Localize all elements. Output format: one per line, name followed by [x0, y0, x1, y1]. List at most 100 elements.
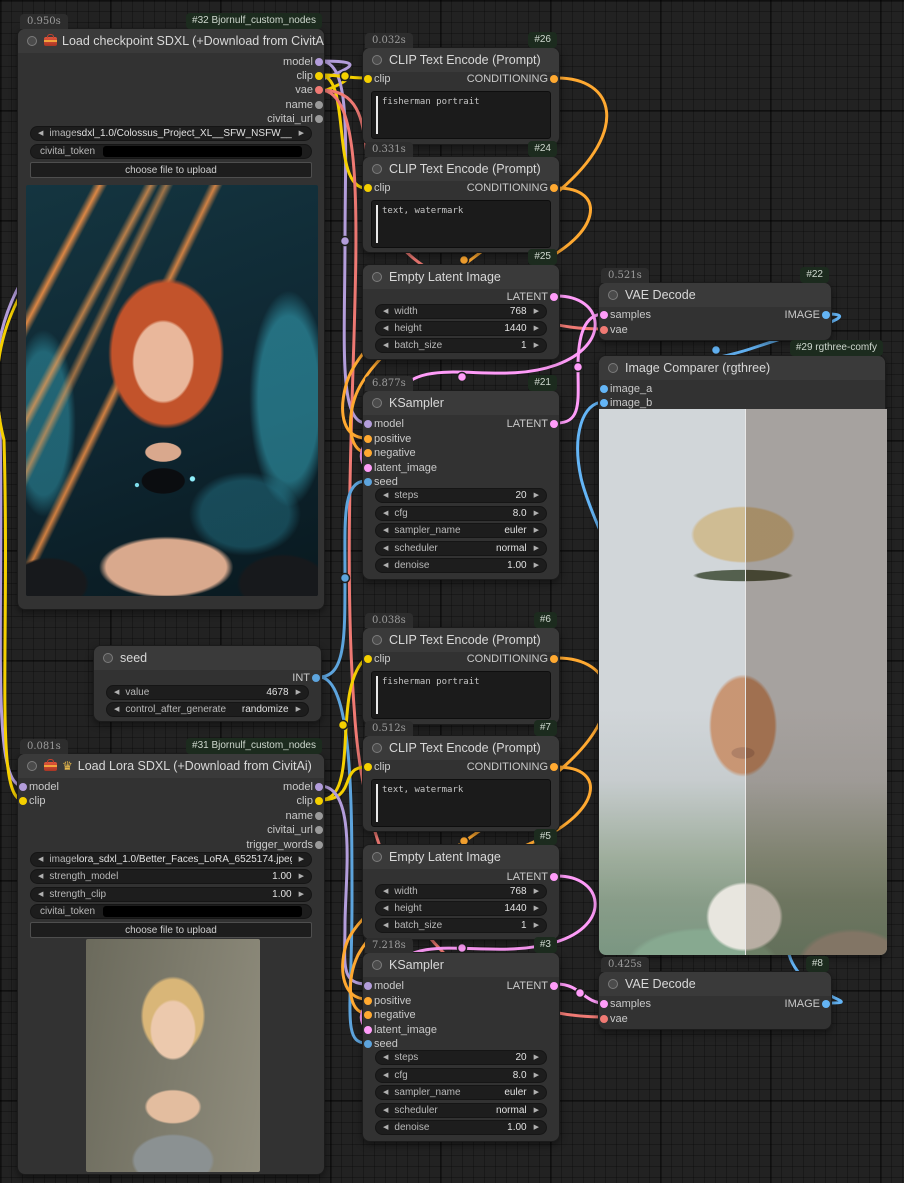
arrow-left-icon[interactable]: ◀: [38, 856, 43, 863]
reroute-dot[interactable]: [458, 373, 467, 382]
node-empty-latent-5[interactable]: #5 Empty Latent Image LATENT ◀width768▶ …: [362, 844, 560, 940]
collapse-dot-icon[interactable]: [372, 164, 382, 174]
wire-int-seed-to-ks3[interactable]: [319, 677, 366, 1043]
reroute-dot[interactable]: [341, 72, 350, 81]
node-title-bar[interactable]: Load checkpoint SDXL (+Download from Civ…: [18, 29, 324, 53]
node-title-bar[interactable]: VAE Decode: [599, 283, 831, 307]
arrow-right-icon[interactable]: ▶: [296, 706, 301, 713]
arrow-left-icon[interactable]: ◀: [383, 1124, 388, 1131]
arrow-left-icon[interactable]: ◀: [383, 562, 388, 569]
input-port-samples[interactable]: [600, 1000, 608, 1008]
arrow-right-icon[interactable]: ▶: [534, 1124, 539, 1131]
arrow-left-icon[interactable]: ◀: [383, 1072, 388, 1079]
image-selector-widget[interactable]: ◀imagelora_sdxl_1.0/Better_Faces_LoRA_65…: [30, 852, 312, 867]
collapse-dot-icon[interactable]: [608, 979, 618, 989]
collapse-dot-icon[interactable]: [103, 653, 113, 663]
arrow-right-icon[interactable]: ▶: [534, 492, 539, 499]
comparer-slider-handle[interactable]: [745, 409, 746, 955]
node-seed[interactable]: seed INT ◀value4678▶ ◀control_after_gene…: [93, 645, 322, 722]
collapse-dot-icon[interactable]: [27, 761, 37, 771]
token-masked-input[interactable]: [103, 146, 302, 157]
collapse-dot-icon[interactable]: [372, 55, 382, 65]
output-port-conditioning[interactable]: [550, 75, 558, 83]
arrow-left-icon[interactable]: ◀: [383, 510, 388, 517]
output-port-model[interactable]: [315, 783, 323, 791]
arrow-right-icon[interactable]: ▶: [534, 1072, 539, 1079]
output-port-latent[interactable]: [550, 420, 558, 428]
output-port-name[interactable]: [315, 101, 323, 109]
input-port-negative[interactable]: [364, 449, 372, 457]
reroute-dot[interactable]: [341, 237, 350, 246]
node-load-checkpoint[interactable]: 0.950s #32 Bjornulf_custom_nodes Load ch…: [17, 28, 325, 610]
input-port-latent-image[interactable]: [364, 464, 372, 472]
arrow-right-icon[interactable]: ▶: [299, 856, 304, 863]
sampler-name-widget[interactable]: ◀sampler_nameeuler▶: [375, 523, 547, 538]
input-port-model[interactable]: [364, 982, 372, 990]
node-vae-decode-8[interactable]: 0.425s #8 VAE Decode samplesIMAGE vae: [598, 971, 832, 1030]
input-port-clip[interactable]: [364, 184, 372, 192]
arrow-right-icon[interactable]: ▶: [534, 1107, 539, 1114]
strength-clip-widget[interactable]: ◀strength_clip1.00▶: [30, 887, 312, 902]
node-title-bar[interactable]: VAE Decode: [599, 972, 831, 996]
output-port-conditioning[interactable]: [550, 763, 558, 771]
arrow-right-icon[interactable]: ▶: [534, 308, 539, 315]
output-port-latent[interactable]: [550, 982, 558, 990]
arrow-left-icon[interactable]: ◀: [114, 689, 119, 696]
upload-button[interactable]: choose file to upload: [30, 922, 312, 938]
wire-latent-ks3-to-vae8[interactable]: [557, 984, 604, 1003]
reroute-dot[interactable]: [712, 346, 721, 355]
sampler-name-widget[interactable]: ◀sampler_nameeuler▶: [375, 1085, 547, 1100]
arrow-left-icon[interactable]: ◀: [38, 873, 43, 880]
prompt-textarea[interactable]: fisherman portrait: [371, 671, 551, 719]
output-port-clip[interactable]: [315, 72, 323, 80]
collapse-dot-icon[interactable]: [27, 36, 37, 46]
node-load-lora[interactable]: 0.081s #31 Bjornulf_custom_nodes Load Lo…: [17, 753, 325, 1175]
output-port-trigger-words[interactable]: [315, 841, 323, 849]
input-port-model[interactable]: [19, 783, 27, 791]
output-port-image[interactable]: [822, 311, 830, 319]
arrow-left-icon[interactable]: ◀: [383, 342, 388, 349]
arrow-left-icon[interactable]: ◀: [383, 888, 388, 895]
scheduler-widget[interactable]: ◀schedulernormal▶: [375, 541, 547, 556]
token-masked-input[interactable]: [103, 906, 302, 917]
seed-value-widget[interactable]: ◀value4678▶: [106, 685, 309, 700]
node-ksampler-3[interactable]: 7.218s #3 KSampler modelLATENT positive …: [362, 952, 560, 1142]
input-port-vae[interactable]: [600, 326, 608, 334]
arrow-right-icon[interactable]: ▶: [296, 689, 301, 696]
arrow-left-icon[interactable]: ◀: [383, 1107, 388, 1114]
node-title-bar[interactable]: CLIP Text Encode (Prompt): [363, 628, 559, 652]
scheduler-widget[interactable]: ◀schedulernormal▶: [375, 1103, 547, 1118]
arrow-left-icon[interactable]: ◀: [383, 545, 388, 552]
output-port-name[interactable]: [315, 812, 323, 820]
arrow-right-icon[interactable]: ▶: [534, 325, 539, 332]
node-title-bar[interactable]: CLIP Text Encode (Prompt): [363, 48, 559, 72]
node-clip-text-encode-26[interactable]: 0.032s #26 CLIP Text Encode (Prompt) cli…: [362, 47, 560, 145]
denoise-widget[interactable]: ◀denoise1.00▶: [375, 1120, 547, 1135]
input-port-clip[interactable]: [364, 655, 372, 663]
width-widget[interactable]: ◀width768▶: [375, 884, 547, 899]
arrow-left-icon[interactable]: ◀: [383, 922, 388, 929]
wire-clip-ckpt-to-clip26[interactable]: [320, 75, 366, 78]
node-title-bar[interactable]: Image Comparer (rgthree): [599, 356, 885, 380]
prompt-textarea[interactable]: text, watermark: [371, 200, 551, 248]
collapse-dot-icon[interactable]: [372, 272, 382, 282]
input-port-seed[interactable]: [364, 1040, 372, 1048]
arrow-right-icon[interactable]: ▶: [534, 1054, 539, 1061]
arrow-right-icon[interactable]: ▶: [534, 888, 539, 895]
node-vae-decode-22[interactable]: 0.521s #22 VAE Decode samplesIMAGE vae: [598, 282, 832, 341]
collapse-dot-icon[interactable]: [608, 290, 618, 300]
wire-model-lora-to-ks3[interactable]: [320, 786, 366, 984]
node-title-bar[interactable]: Empty Latent Image: [363, 845, 559, 869]
node-ksampler-21[interactable]: 6.877s #21 KSampler modelLATENT positive…: [362, 390, 560, 580]
arrow-right-icon[interactable]: ▶: [534, 922, 539, 929]
wire-model-ckpt-to-ks21[interactable]: [320, 61, 366, 423]
output-port-conditioning[interactable]: [550, 184, 558, 192]
input-port-image-a[interactable]: [600, 385, 608, 393]
arrow-right-icon[interactable]: ▶: [299, 873, 304, 880]
input-port-positive[interactable]: [364, 435, 372, 443]
civitai-token-widget[interactable]: civitai_token: [30, 144, 312, 159]
node-image-comparer[interactable]: #29 rgthree-comfy Image Comparer (rgthre…: [598, 355, 886, 955]
node-title-bar[interactable]: KSampler: [363, 391, 559, 415]
collapse-dot-icon[interactable]: [372, 960, 382, 970]
output-port-image[interactable]: [822, 1000, 830, 1008]
